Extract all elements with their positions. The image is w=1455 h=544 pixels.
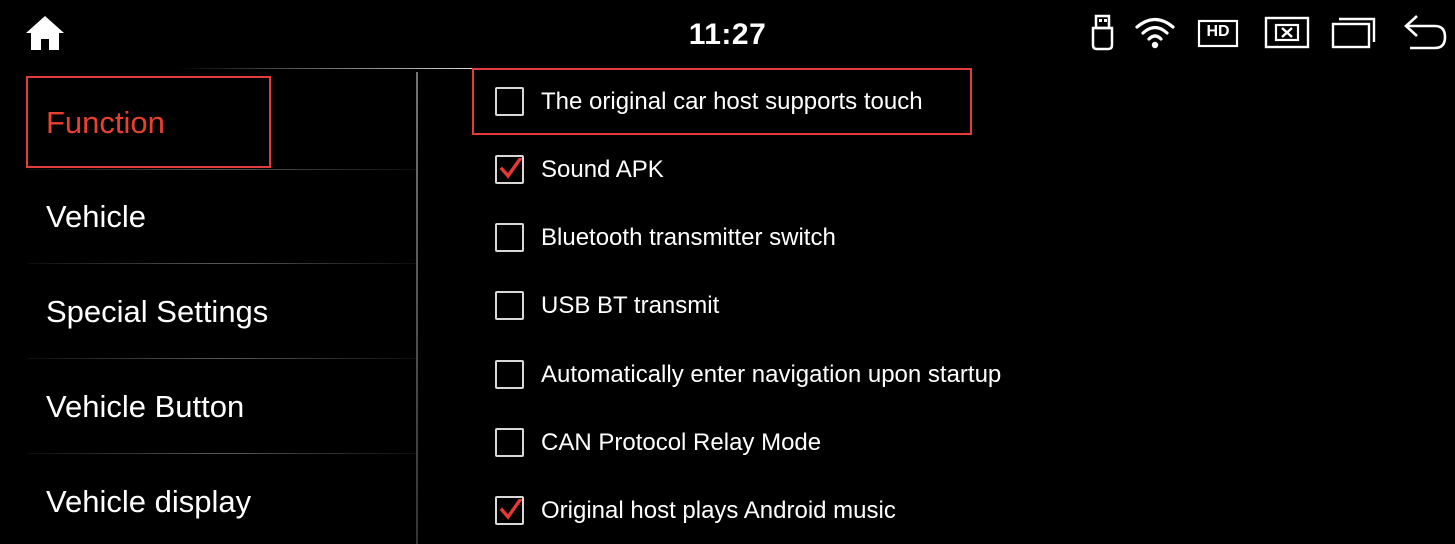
active-item-highlight	[26, 76, 271, 168]
option-label: Original host plays Android music	[541, 497, 896, 524]
option-usb-bt-transmit[interactable]: USB BT transmit	[472, 272, 1372, 340]
sidebar-item-vehicle-display[interactable]: Vehicle display	[28, 454, 416, 544]
sidebar-item-label: Vehicle display	[46, 483, 252, 519]
checkbox[interactable]	[495, 428, 524, 457]
option-host-plays-android-music[interactable]: Original host plays Android music	[472, 477, 1372, 544]
usb-icon	[1089, 12, 1117, 54]
hd-icon: HD	[1197, 12, 1239, 54]
checkmark-icon	[500, 499, 522, 520]
hd-label: HD	[1206, 23, 1230, 40]
checkbox[interactable]	[495, 291, 524, 320]
top-divider	[175, 68, 475, 69]
options-list: The original car host supports touch Sou…	[472, 68, 1432, 544]
option-sound-apk[interactable]: Sound APK	[472, 136, 1372, 204]
option-label: Automatically enter navigation upon star…	[541, 361, 1002, 388]
checkbox[interactable]	[495, 360, 524, 389]
checkbox[interactable]	[495, 496, 524, 525]
sidebar-item-label: Vehicle Button	[46, 388, 245, 424]
checkbox[interactable]	[495, 155, 524, 184]
option-label: CAN Protocol Relay Mode	[541, 429, 822, 456]
highlighted-option-frame	[472, 68, 972, 135]
option-bluetooth-transmitter[interactable]: Bluetooth transmitter switch	[472, 204, 1372, 272]
option-label: USB BT transmit	[541, 292, 720, 319]
sidebar-item-label: Special Settings	[46, 293, 269, 329]
sidebar-item-vehicle[interactable]: Vehicle	[28, 169, 416, 264]
option-label: Sound APK	[541, 156, 664, 183]
sidebar-item-vehicle-button[interactable]: Vehicle Button	[28, 359, 416, 454]
checkmark-icon	[500, 158, 522, 179]
checkbox[interactable]	[495, 223, 524, 252]
option-label: Bluetooth transmitter switch	[541, 224, 836, 251]
vertical-divider	[416, 72, 418, 544]
wifi-icon	[1134, 12, 1176, 54]
sidebar-item-label: Vehicle	[46, 198, 146, 234]
option-auto-navigation[interactable]: Automatically enter navigation upon star…	[472, 341, 1372, 409]
back-icon[interactable]	[1401, 12, 1449, 54]
option-can-relay-mode[interactable]: CAN Protocol Relay Mode	[472, 409, 1372, 477]
multi-window-icon[interactable]	[1331, 12, 1377, 54]
status-bar: 11:27 HD	[0, 0, 1455, 70]
sidebar-item-special-settings[interactable]: Special Settings	[28, 264, 416, 359]
close-window-icon[interactable]	[1264, 12, 1310, 54]
